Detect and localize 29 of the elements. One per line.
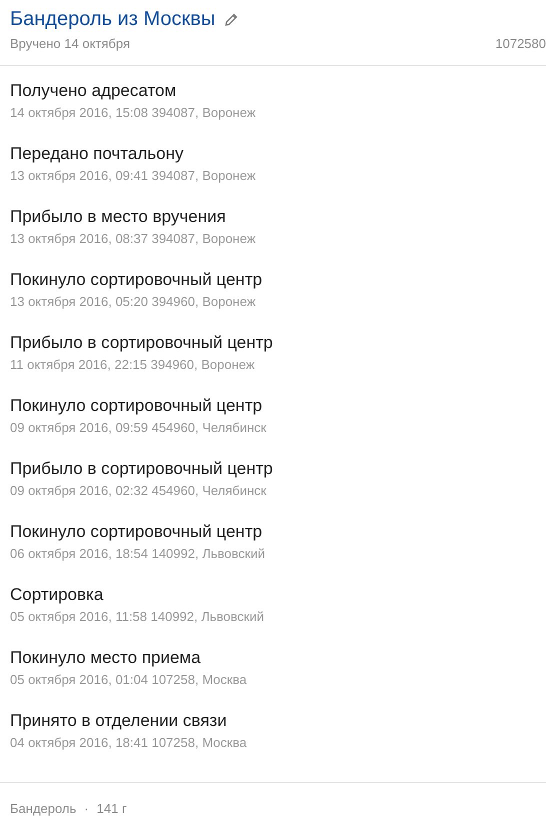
event-details: 09 октября 2016, 02:32 454960, Челябинск (10, 482, 266, 500)
event-details: 04 октября 2016, 18:41 107258, Москва (10, 734, 247, 752)
event-title: Прибыло в сортировочный центр (10, 458, 273, 480)
event-title: Покинуло сортировочный центр (10, 521, 262, 543)
parcel-title: Бандероль из Москвы (10, 7, 216, 32)
event-title: Передано почтальону (10, 143, 184, 165)
event-title: Получено адресатом (10, 80, 176, 102)
event-details: 06 октября 2016, 18:54 140992, Львовский (10, 545, 265, 563)
event-details: 05 октября 2016, 11:58 140992, Львовский (10, 608, 264, 626)
event-details: 09 октября 2016, 09:59 454960, Челябинск (10, 419, 266, 437)
event-title: Прибыло в сортировочный центр (10, 332, 273, 354)
event-title: Принято в отделении связи (10, 710, 227, 732)
parcel-weight: 141 г (96, 801, 127, 816)
separator-dot: · (84, 801, 89, 816)
event-details: 13 октября 2016, 09:41 394087, Воронеж (10, 167, 256, 185)
parcel-type: Бандероль (10, 801, 76, 816)
pencil-icon[interactable] (225, 12, 238, 26)
event-details: 13 октября 2016, 08:37 394087, Воронеж (10, 230, 256, 248)
event-details: 11 октября 2016, 22:15 394960, Воронеж (10, 356, 255, 374)
tracking-number: 1072580 (495, 36, 546, 51)
event-details: 05 октября 2016, 01:04 107258, Москва (10, 671, 247, 689)
event-details: 14 октября 2016, 15:08 394087, Воронеж (10, 104, 256, 122)
event-title: Покинуло сортировочный центр (10, 395, 262, 417)
event-details: 13 октября 2016, 05:20 394960, Воронеж (10, 293, 256, 311)
delivery-status: Вручено 14 октября (10, 36, 130, 51)
event-title: Покинуло сортировочный центр (10, 269, 262, 291)
event-title: Покинуло место приема (10, 647, 201, 669)
event-title: Прибыло в место вручения (10, 206, 226, 228)
event-title: Сортировка (10, 584, 104, 606)
